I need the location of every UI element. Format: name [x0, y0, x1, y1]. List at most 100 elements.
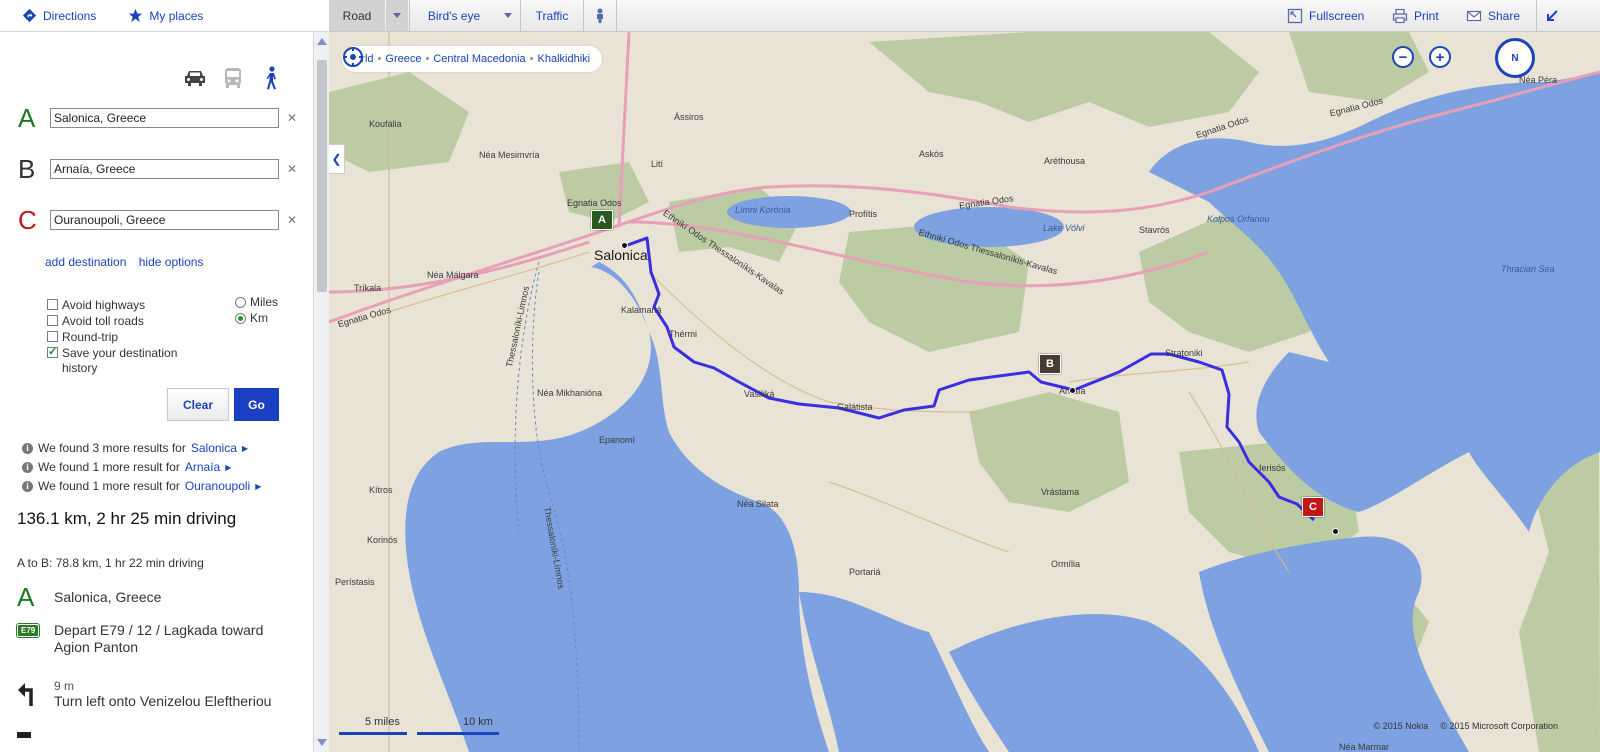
map-canvas[interactable]: Salonica Kalamariá Thérmi Vasiliká Galát…	[329, 32, 1600, 752]
route-marker-b[interactable]: B	[1039, 354, 1061, 374]
road-label: Road	[342, 8, 372, 23]
fullscreen-button[interactable]: Fullscreen	[1287, 0, 1364, 31]
scrollbar-thumb[interactable]	[317, 60, 327, 292]
traffic-button[interactable]: Traffic	[521, 0, 583, 31]
info-icon: i	[22, 480, 33, 492]
birds-eye-button[interactable]: Bird's eye	[410, 0, 498, 31]
map-label-askos: Askós	[919, 149, 944, 159]
chevron-left-icon: ❮	[331, 152, 342, 166]
more-results-salonica-link[interactable]: Salonica	[191, 441, 237, 455]
route-point-b	[1069, 387, 1076, 394]
map-label-koronos: Korinós	[367, 535, 398, 545]
direction-step[interactable]: 9 m Turn left onto Venizelou Eleftheriou	[17, 679, 271, 710]
save-history-checkbox[interactable]: Save your destinationhistory	[47, 345, 178, 376]
round-trip-label: Round-trip	[62, 330, 119, 344]
top-left-header: Directions My places	[0, 0, 329, 32]
radio-button-selected[interactable]	[235, 312, 246, 324]
walking-mode-button[interactable]	[259, 66, 283, 90]
radio-button[interactable]	[235, 296, 246, 308]
map-label-limni-koroneia: Límni Korónia	[735, 205, 791, 215]
fullscreen-label: Fullscreen	[1309, 8, 1365, 23]
go-button[interactable]: Go	[234, 388, 279, 421]
checkbox-box-checked[interactable]	[47, 345, 58, 358]
print-button[interactable]: Print	[1392, 0, 1439, 31]
caret-right-icon[interactable]: ▶	[225, 463, 231, 472]
round-trip-checkbox[interactable]: Round-trip	[47, 330, 118, 344]
highway-e79-icon: E79	[17, 622, 54, 637]
transit-mode-button[interactable]	[221, 66, 245, 90]
turn-left-icon	[17, 679, 54, 710]
star-icon	[129, 8, 143, 23]
map-copyright: © 2015 Nokia © 2015 Microsoft Corporatio…	[1374, 721, 1558, 731]
more-results-ouranoupoli-link[interactable]: Ouranoupoli	[185, 479, 250, 493]
direction-step[interactable]: A Salonica, Greece	[17, 582, 161, 612]
birds-eye-label: Bird's eye	[427, 8, 481, 23]
add-destination-link[interactable]: add destination	[45, 255, 126, 269]
more-results-ouranoupoli: i We found 1 more result for Ouranoupoli…	[22, 479, 261, 493]
route-marker-a[interactable]: A	[591, 210, 613, 230]
map-breadcrumb: World• Greece• Central Macedonia• Khalki…	[342, 46, 603, 72]
breadcrumb-greece[interactable]: Greece	[385, 53, 421, 65]
scale-bar-km	[417, 732, 499, 735]
save-history-line1: Save your destination	[62, 346, 178, 360]
more-results-arnaia-link[interactable]: Arnaía	[185, 460, 220, 474]
remove-waypoint-b-icon[interactable]: ✕	[287, 162, 297, 176]
streetside-button[interactable]	[584, 0, 616, 31]
waypoint-b-input[interactable]	[50, 159, 279, 179]
checkbox-box[interactable]	[47, 331, 58, 342]
sidebar-scrollbar[interactable]	[313, 32, 329, 752]
miles-label: Miles	[250, 295, 279, 309]
direction-step[interactable]: E79 Depart E79 / 12 / Lagkada toward Agi…	[17, 622, 284, 656]
breadcrumb-khalkidhiki[interactable]: Khalkidhiki	[538, 53, 591, 65]
checkbox-box[interactable]	[47, 299, 58, 310]
hide-options-link[interactable]: hide options	[139, 255, 204, 269]
map-label-thracian-sea: Thracian Sea	[1501, 264, 1555, 274]
directions-link[interactable]: Directions	[22, 8, 96, 23]
checkbox-box[interactable]	[47, 315, 58, 326]
option-links: add destination hide options	[45, 255, 212, 269]
info-icon: i	[22, 461, 33, 473]
caret-right-icon[interactable]: ▶	[255, 482, 261, 491]
road-view-button[interactable]: Road	[329, 0, 385, 31]
waypoint-a-input[interactable]	[50, 108, 279, 128]
map-label-nea-mikhaniona: Néa Mikhanióna	[537, 388, 603, 398]
avoid-toll-roads-checkbox[interactable]: Avoid toll roads	[47, 314, 144, 328]
clear-button[interactable]: Clear	[167, 388, 229, 421]
route-marker-c[interactable]: C	[1302, 497, 1324, 517]
map-label-epanomi: Epanomí	[599, 435, 636, 445]
remove-waypoint-a-icon[interactable]: ✕	[287, 111, 297, 125]
my-places-link[interactable]: My places	[128, 8, 203, 23]
step-letter: A	[17, 582, 35, 612]
map-label-liti: Lití	[651, 159, 664, 169]
collapse-panel-button[interactable]	[1537, 0, 1567, 31]
birds-eye-dropdown-button[interactable]	[497, 0, 519, 31]
caret-right-icon[interactable]: ▶	[242, 444, 248, 453]
road-dropdown-button[interactable]	[386, 0, 408, 31]
share-button[interactable]: Share	[1466, 0, 1520, 31]
avoid-highways-checkbox[interactable]: Avoid highways	[47, 298, 145, 312]
locate-icon[interactable]	[342, 46, 364, 68]
breadcrumb-central-macedonia[interactable]: Central Macedonia	[433, 53, 525, 65]
waypoint-c-input[interactable]	[50, 210, 279, 230]
map-label-profitis: Profítis	[849, 209, 878, 219]
zoom-in-button[interactable]: +	[1429, 46, 1451, 68]
scale-bar-miles	[339, 732, 407, 735]
compass-north-label: N	[1511, 52, 1519, 64]
scroll-down-arrow-icon[interactable]	[317, 739, 327, 746]
scale-km-label: 10 km	[463, 716, 493, 728]
collapse-sidebar-button[interactable]: ❮	[329, 144, 345, 174]
driving-mode-button[interactable]	[183, 66, 207, 90]
step-distance: 9 m	[54, 679, 75, 693]
miles-radio[interactable]: Miles	[235, 295, 278, 309]
map-label-peristasis: Perístasis	[335, 577, 375, 587]
zoom-out-button[interactable]: −	[1392, 46, 1414, 68]
directions-label: Directions	[43, 8, 97, 23]
remove-waypoint-c-icon[interactable]: ✕	[287, 213, 297, 227]
km-radio[interactable]: Km	[235, 311, 268, 325]
map-label-salonica: Salonica	[594, 247, 648, 263]
route-point-c	[1332, 528, 1339, 535]
copyright-nokia: © 2015 Nokia	[1373, 721, 1429, 731]
route-leg-summary: A to B: 78.8 km, 1 hr 22 min driving	[17, 556, 204, 570]
compass-button[interactable]: N	[1495, 38, 1535, 78]
scroll-up-arrow-icon[interactable]	[317, 38, 327, 45]
